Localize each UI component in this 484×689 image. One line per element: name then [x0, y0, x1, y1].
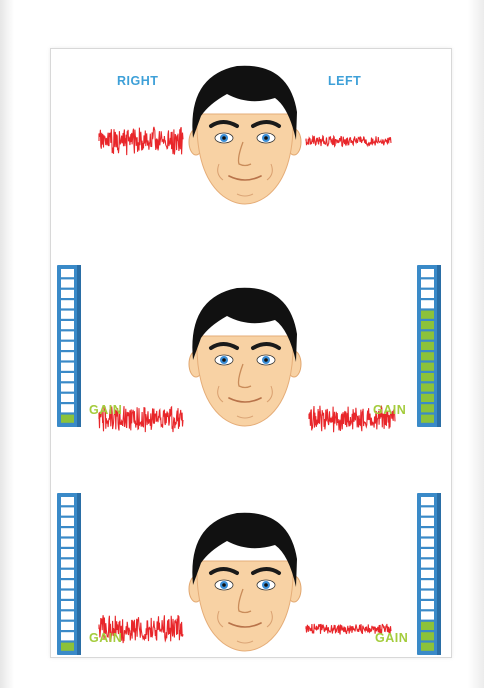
left-gain-meter-icon [417, 265, 441, 427]
right-gain-label: GAIN [89, 403, 123, 417]
left-ear-waveform-icon [305, 134, 392, 148]
page-edge-right [468, 0, 484, 688]
right-gain-label: GAIN [89, 631, 123, 645]
face-icon [188, 287, 302, 427]
hearing-diagram-card: RIGHT LEFT GAIN GAIN GAIN GAIN [50, 48, 452, 658]
panel-gain-middle: GAIN GAIN [51, 261, 451, 461]
panel-bottom-graphic [57, 493, 441, 655]
left-gain-label: GAIN [373, 403, 407, 417]
left-gain-meter-icon [417, 493, 441, 655]
right-gain-meter-icon [57, 265, 81, 427]
face-icon [188, 65, 302, 205]
face-icon [188, 512, 302, 652]
panel-top-graphic [98, 65, 392, 205]
left-gain-label: GAIN [375, 631, 409, 645]
page-edge-left [0, 0, 14, 688]
panel-middle-graphic [57, 265, 441, 433]
right-ear-label: RIGHT [117, 74, 159, 88]
left-ear-label: LEFT [328, 74, 362, 88]
panel-ear-labels: RIGHT LEFT [51, 49, 451, 249]
right-gain-meter-icon [57, 493, 81, 655]
right-ear-waveform-icon [98, 126, 184, 156]
panel-gain-bottom: GAIN GAIN [51, 489, 451, 689]
